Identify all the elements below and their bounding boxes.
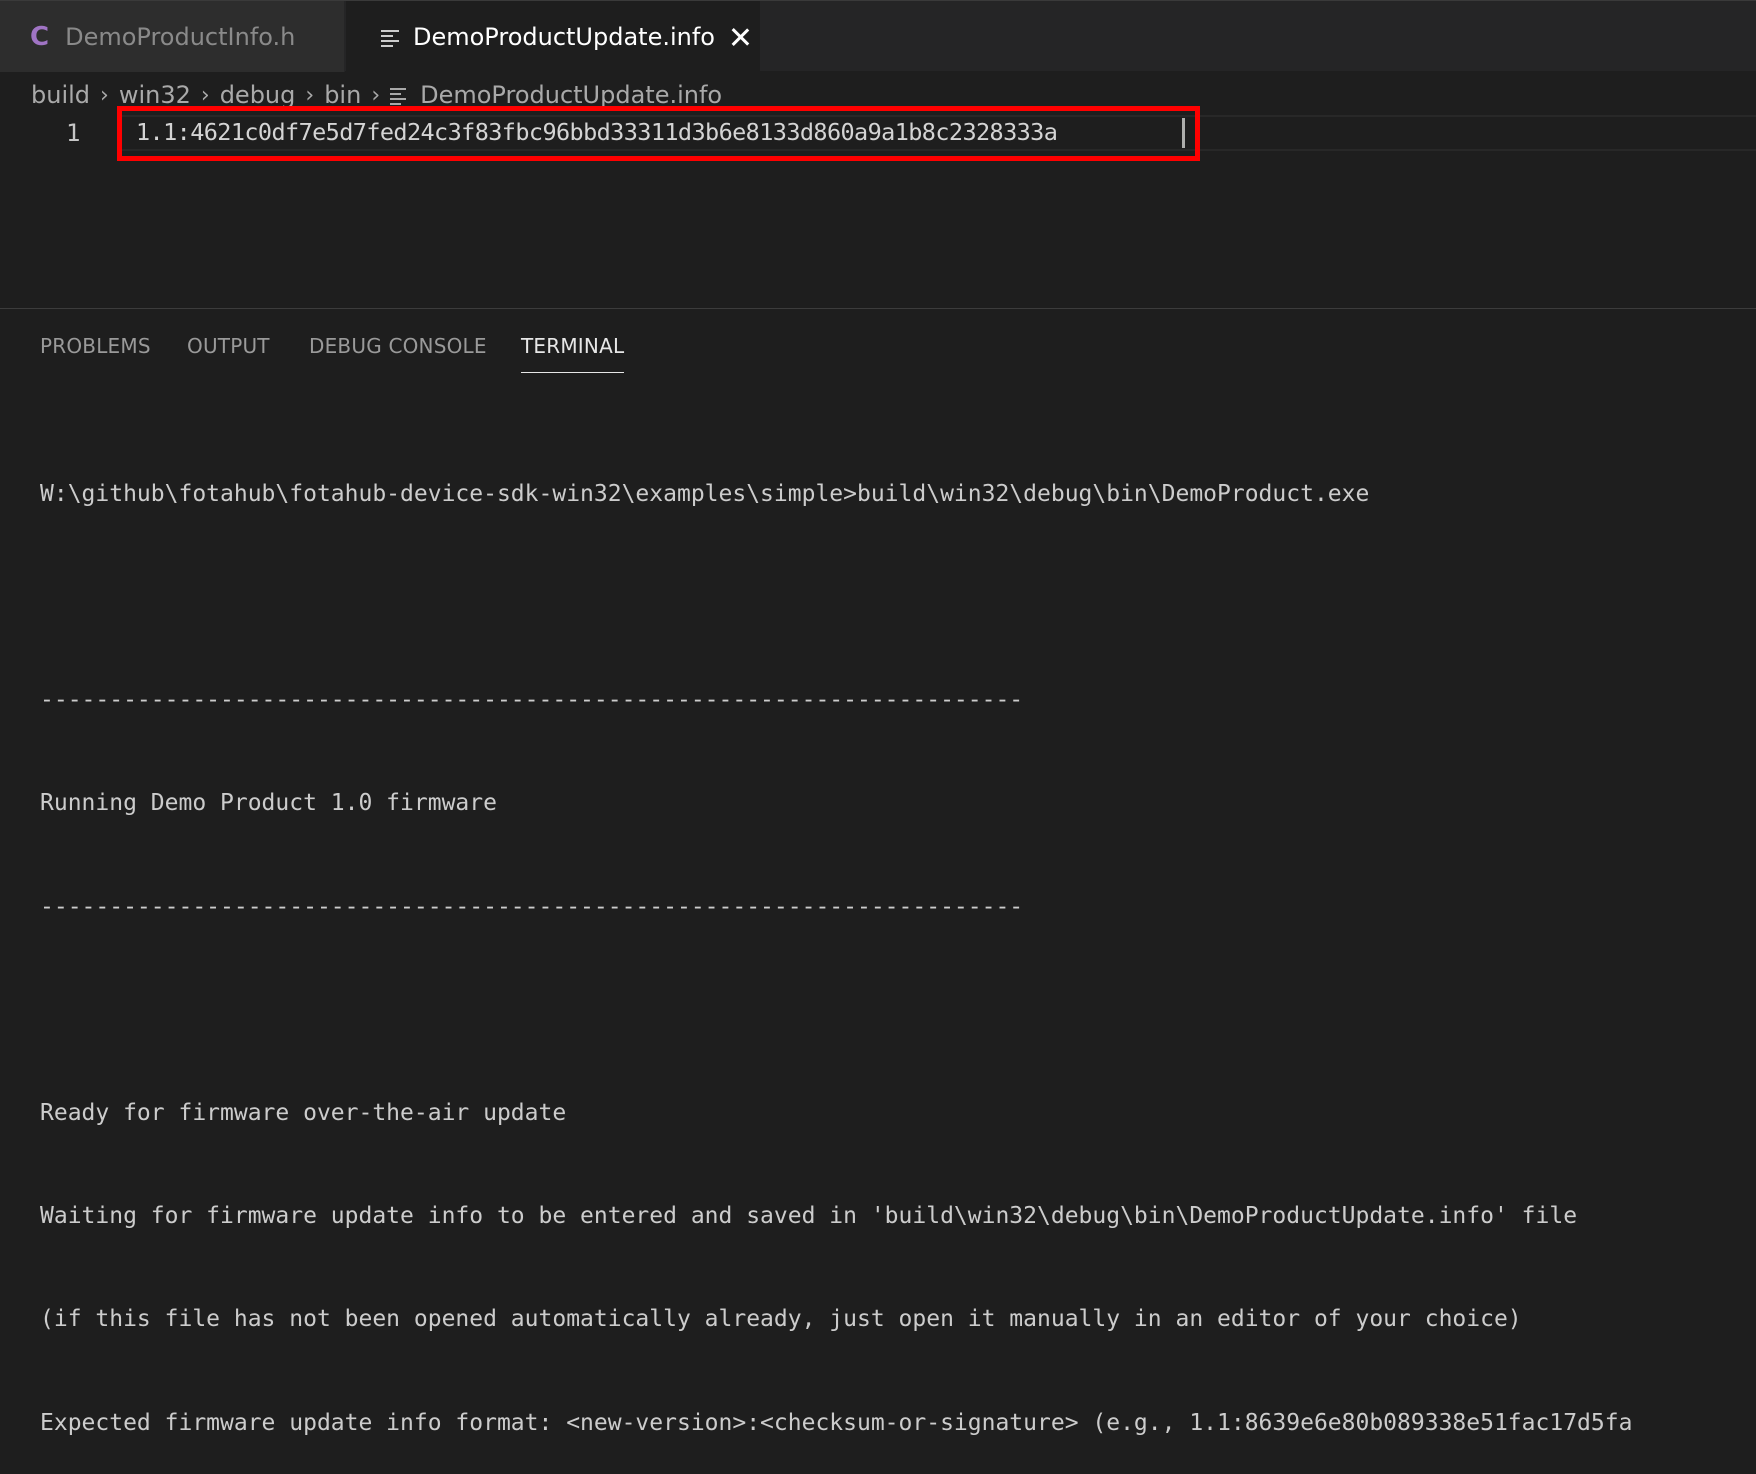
annotation-highlight-box (117, 106, 1200, 161)
terminal-line: Waiting for firmware update info to be e… (40, 1203, 1578, 1230)
breadcrumb-item-file[interactable]: DemoProductUpdate.info (420, 81, 722, 109)
breadcrumb-item-debug[interactable]: debug (220, 81, 296, 109)
close-icon[interactable] (729, 26, 751, 48)
tab-label: DemoProductInfo.h (65, 22, 296, 51)
text-file-icon (381, 28, 399, 47)
terminal-line: Ready for firmware over-the-air update (40, 1100, 567, 1127)
terminal-line: W:\github\fotahub\fotahub-device-sdk-win… (40, 480, 1370, 507)
breadcrumb-item-win32[interactable]: win32 (119, 81, 191, 109)
chevron-right-icon: › (305, 82, 315, 108)
tab-label: DemoProductUpdate.info (413, 22, 715, 51)
terminal-line: Running Demo Product 1.0 firmware (40, 790, 497, 817)
terminal-line: Expected firmware update info format: <n… (40, 1409, 1633, 1436)
tab-output[interactable]: OUTPUT (187, 334, 270, 358)
editor-tab-bar: C DemoProductInfo.h DemoProductUpdate.in… (0, 0, 1756, 72)
tab-debug-console[interactable]: DEBUG CONSOLE (309, 334, 487, 358)
breadcrumb-item-build[interactable]: build (31, 81, 90, 109)
c-file-icon: C (30, 21, 50, 52)
chevron-right-icon: › (371, 82, 381, 108)
text-file-icon (390, 86, 407, 105)
terminal-line: ----------------------------------------… (40, 893, 1024, 920)
panel-tab-bar: PROBLEMS OUTPUT DEBUG CONSOLE TERMINAL (0, 320, 1756, 373)
panel-divider[interactable] (0, 308, 1756, 309)
tab-terminal[interactable]: TERMINAL (521, 334, 625, 373)
breadcrumb-item-bin[interactable]: bin (324, 81, 361, 109)
tab-demoproductupdate-info[interactable]: DemoProductUpdate.info (346, 1, 760, 72)
chevron-right-icon: › (100, 82, 109, 108)
terminal-line: (if this file has not been opened automa… (40, 1306, 1522, 1333)
tab-demoproductinfo-h[interactable]: C DemoProductInfo.h (0, 1, 345, 72)
line-number: 1 (66, 119, 81, 147)
terminal-output[interactable]: W:\github\fotahub\fotahub-device-sdk-win… (40, 408, 1632, 1474)
terminal-line: ----------------------------------------… (40, 687, 1024, 714)
chevron-right-icon: › (200, 82, 210, 108)
tab-problems[interactable]: PROBLEMS (40, 334, 151, 358)
